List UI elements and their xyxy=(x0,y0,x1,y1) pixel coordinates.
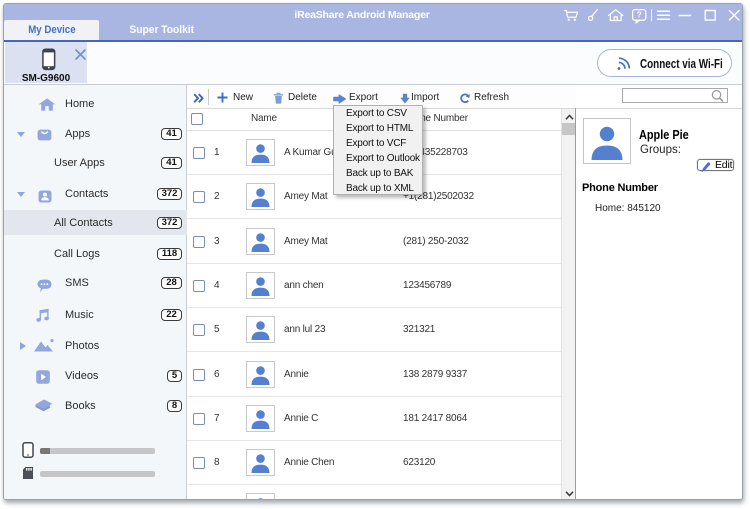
svg-text:?: ? xyxy=(637,10,642,20)
